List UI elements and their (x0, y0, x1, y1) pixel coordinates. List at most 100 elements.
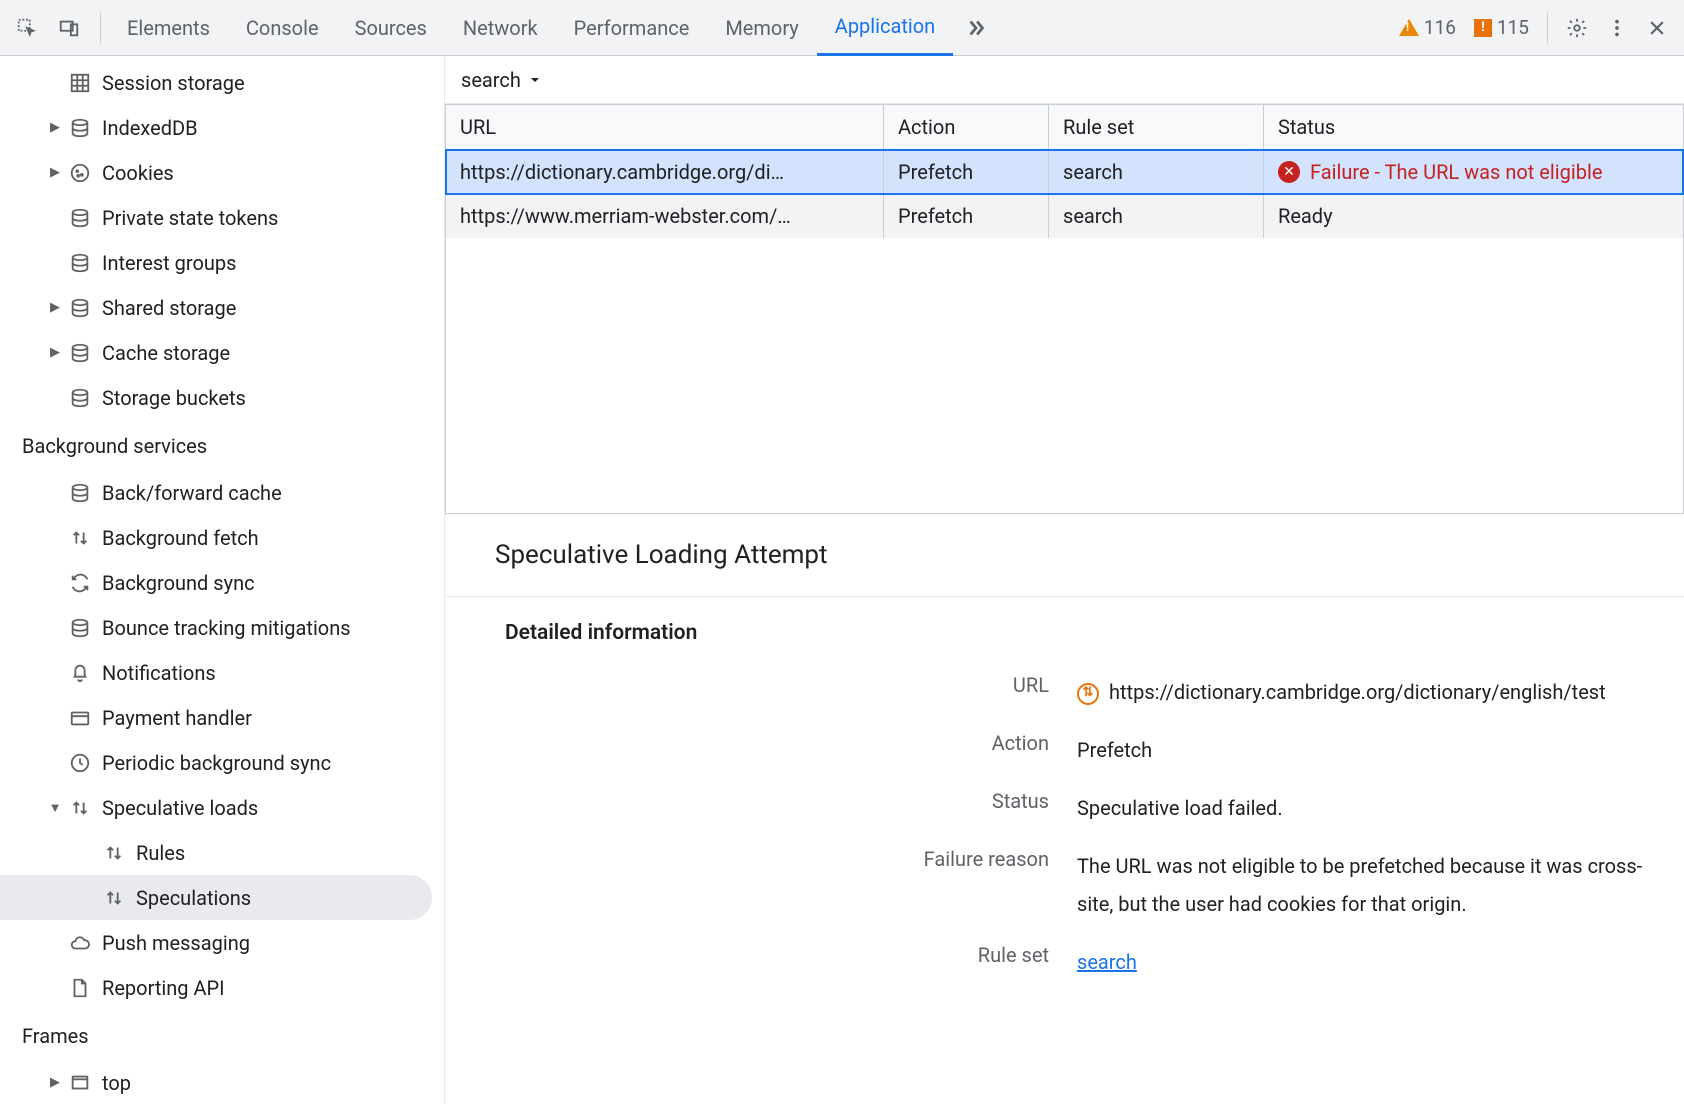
detail-status-value: Speculative load failed. (1077, 789, 1684, 827)
tab-list: Elements Console Sources Network Perform… (109, 0, 1391, 56)
sidebar-item[interactable]: Rules (0, 830, 444, 875)
db-icon (68, 116, 92, 140)
inspect-icon[interactable] (8, 9, 46, 47)
warnings-count[interactable]: 116 (1391, 16, 1464, 39)
sidebar-item[interactable]: Notifications (0, 650, 444, 695)
sidebar-item-label: Interest groups (102, 251, 236, 275)
cell-action: Prefetch (884, 150, 1049, 194)
detail-url-value: ⇅https://dictionary.cambridge.org/dictio… (1077, 673, 1684, 711)
disclosure-icon: ▶ (48, 165, 62, 180)
updown-icon (102, 886, 126, 910)
fail-icon: ✕ (1278, 161, 1300, 183)
sidebar-item[interactable]: Speculations (0, 875, 432, 920)
col-header-rule[interactable]: Rule set (1049, 105, 1264, 149)
sidebar-item-label: Background fetch (102, 526, 259, 550)
col-header-url[interactable]: URL (446, 105, 884, 149)
sidebar-item[interactable]: ▶ Shared storage (0, 285, 444, 330)
col-header-action[interactable]: Action (884, 105, 1049, 149)
sidebar-item[interactable]: ▶Cookies (0, 150, 444, 195)
tab-console[interactable]: Console (228, 0, 337, 56)
cell-url: https://dictionary.cambridge.org/di… (446, 150, 884, 194)
more-tabs-icon[interactable] (953, 15, 999, 41)
sidebar-item[interactable]: Background sync (0, 560, 444, 605)
sidebar-item[interactable]: Storage buckets (0, 375, 444, 420)
sidebar-heading-frames: Frames (0, 1010, 444, 1060)
sidebar-item[interactable]: Private state tokens (0, 195, 444, 240)
warning-icon (1399, 19, 1419, 36)
db-icon (68, 296, 92, 320)
sidebar-item[interactable]: ▶ IndexedDB (0, 105, 444, 150)
sidebar-item-label: Speculative loads (102, 796, 258, 820)
disclosure-icon: ▶ (48, 300, 62, 315)
gear-icon[interactable] (1558, 9, 1596, 47)
sidebar-item[interactable]: ▶Cache storage (0, 330, 444, 375)
detail-ruleset-value[interactable]: search (1077, 943, 1684, 981)
disclosure-icon: ▶ (48, 120, 62, 135)
cloud-icon (68, 931, 92, 955)
ruleset-filter-dropdown[interactable]: search (461, 68, 541, 92)
tab-application[interactable]: Application (817, 0, 953, 56)
clock-icon (68, 751, 92, 775)
sidebar-item[interactable]: Push messaging (0, 920, 444, 965)
table-row[interactable]: https://dictionary.cambridge.org/di…Pref… (446, 150, 1683, 194)
db-icon (68, 251, 92, 275)
sidebar-item-label: Background sync (102, 571, 255, 595)
sidebar-heading-bg: Background services (0, 420, 444, 470)
cell-action: Prefetch (884, 194, 1049, 238)
disclosure-icon: ▶ (48, 345, 62, 360)
sidebar-item[interactable]: Interest groups (0, 240, 444, 285)
cell-status: Ready (1264, 194, 1683, 238)
errors-count[interactable]: ! 115 (1466, 16, 1537, 39)
link-icon: ⇅ (1077, 683, 1099, 705)
chevron-down-icon (529, 74, 541, 86)
detail-reason-label: Failure reason (445, 847, 1077, 923)
detail-action-value: Prefetch (1077, 731, 1684, 769)
speculations-table: URL Action Rule set Status https://dicti… (445, 104, 1684, 514)
device-toggle-icon[interactable] (50, 9, 88, 47)
sidebar-item[interactable]: Reporting API (0, 965, 444, 1010)
sidebar-item[interactable]: ▶top (0, 1060, 444, 1104)
db-icon (68, 616, 92, 640)
tab-network[interactable]: Network (445, 0, 556, 56)
content-pane: search URL Action Rule set Status https:… (445, 56, 1684, 1104)
sidebar-item-label: Periodic background sync (102, 751, 331, 775)
bell-icon (68, 661, 92, 685)
sidebar-item[interactable]: Periodic background sync (0, 740, 444, 785)
db-icon (68, 386, 92, 410)
sidebar-item[interactable]: Session storage (0, 60, 444, 105)
sidebar-item-label: Rules (136, 841, 185, 865)
detail-ruleset-label: Rule set (445, 943, 1077, 981)
file-icon (68, 976, 92, 1000)
tab-memory[interactable]: Memory (707, 0, 816, 56)
cell-url: https://www.merriam-webster.com/… (446, 194, 884, 238)
sidebar-item[interactable]: Back/forward cache (0, 470, 444, 515)
sidebar-item-label: IndexedDB (102, 116, 198, 140)
cell-rule: search (1049, 150, 1264, 194)
sidebar-item[interactable]: Payment handler (0, 695, 444, 740)
grid-icon (68, 71, 92, 95)
detail-url-label: URL (445, 673, 1077, 711)
kebab-icon[interactable] (1598, 9, 1636, 47)
db-icon (68, 481, 92, 505)
updown-icon (68, 796, 92, 820)
frame-icon (68, 1071, 92, 1095)
sidebar-item[interactable]: Background fetch (0, 515, 444, 560)
sidebar-item-label: Payment handler (102, 706, 252, 730)
tab-elements[interactable]: Elements (109, 0, 228, 56)
sidebar-item-label: Bounce tracking mitigations (102, 616, 351, 640)
sidebar-item[interactable]: Bounce tracking mitigations (0, 605, 444, 650)
error-icon: ! (1474, 19, 1492, 37)
table-row[interactable]: https://www.merriam-webster.com/…Prefetc… (446, 194, 1683, 238)
sidebar-item[interactable]: ▼Speculative loads (0, 785, 444, 830)
card-icon (68, 706, 92, 730)
sidebar-item-label: Push messaging (102, 931, 250, 955)
tab-sources[interactable]: Sources (337, 0, 445, 56)
close-icon[interactable] (1638, 9, 1676, 47)
tab-performance[interactable]: Performance (556, 0, 708, 56)
col-header-status[interactable]: Status (1264, 105, 1683, 149)
cell-status: ✕Failure - The URL was not eligible (1264, 150, 1683, 194)
updown-icon (68, 526, 92, 550)
sidebar-item-label: Shared storage (102, 296, 236, 320)
sidebar-item-label: Private state tokens (102, 206, 278, 230)
sidebar-item-label: Storage buckets (102, 386, 246, 410)
